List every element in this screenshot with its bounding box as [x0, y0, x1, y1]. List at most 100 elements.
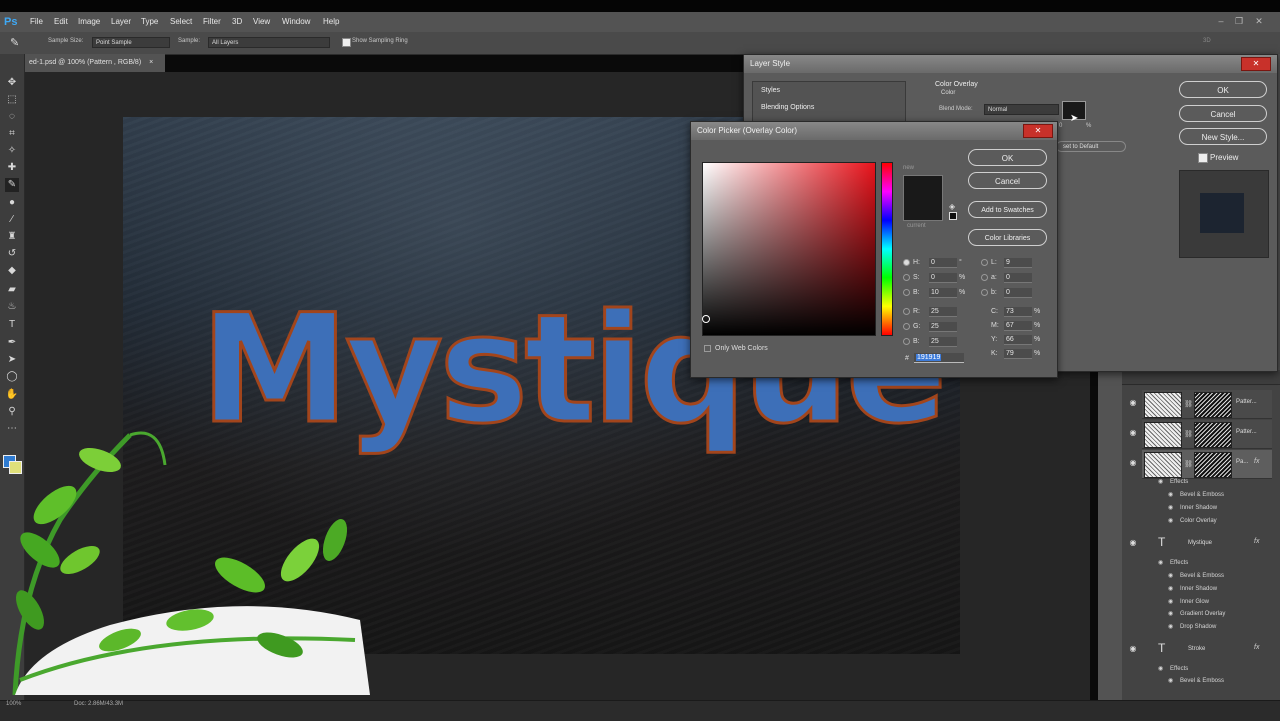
visibility-eye-icon[interactable]: ◉ [1128, 644, 1138, 654]
only-web-colors-checkbox[interactable] [704, 345, 711, 352]
workspace-3d-label[interactable]: 3D [1203, 38, 1211, 44]
fx-icon[interactable]: fx [1254, 644, 1259, 651]
menu-image[interactable]: Image [78, 12, 100, 32]
layer-row-selected[interactable]: ⛓ Pa... fx [1142, 450, 1272, 479]
restore-button[interactable]: ❐ [1232, 14, 1246, 28]
crop-tool-icon[interactable]: ⌗ [5, 127, 19, 141]
add-to-swatches-button[interactable]: Add to Swatches [968, 201, 1047, 218]
effect-eye-icon[interactable]: ◉ [1168, 517, 1173, 524]
effects-eye-icon[interactable]: ◉ [1158, 665, 1163, 672]
layer-name-mystique[interactable]: Mystique [1188, 540, 1212, 546]
effect-item[interactable]: Inner Shadow [1180, 586, 1217, 592]
menu-view[interactable]: View [253, 12, 270, 32]
effect-item[interactable]: Gradient Overlay [1180, 611, 1225, 617]
y-field[interactable]: 66 [1004, 335, 1032, 345]
blending-options-item[interactable]: Blending Options [761, 104, 814, 111]
color-field[interactable] [702, 162, 876, 336]
opacity-value[interactable]: 0 [1059, 123, 1062, 129]
color-picker-cancel-button[interactable]: Cancel [968, 172, 1047, 189]
menu-file[interactable]: File [30, 12, 43, 32]
layer-style-ok-button[interactable]: OK [1179, 81, 1267, 98]
r-field[interactable]: 25 [929, 307, 957, 317]
eyedropper-icon[interactable]: ✎ [10, 36, 24, 50]
k-field[interactable]: 79 [1004, 349, 1032, 359]
fx-icon[interactable]: fx [1254, 458, 1259, 465]
visibility-eye-icon[interactable]: ◉ [1128, 458, 1138, 468]
menu-help[interactable]: Help [323, 12, 339, 32]
effect-item[interactable]: Drop Shadow [1180, 624, 1216, 630]
effect-eye-icon[interactable]: ◉ [1168, 585, 1173, 592]
close-app-button[interactable]: ✕ [1252, 14, 1266, 28]
effects-eye-icon[interactable]: ◉ [1158, 559, 1163, 566]
menu-layer[interactable]: Layer [111, 12, 131, 32]
preview-checkbox[interactable] [1198, 153, 1208, 163]
styles-item[interactable]: Styles [761, 87, 780, 94]
effect-item[interactable]: Inner Shadow [1180, 505, 1217, 511]
hex-field[interactable]: 191919 [914, 353, 964, 363]
document-tab[interactable]: ed-1.psd @ 100% (Pattern , RGB/8) × [25, 54, 165, 72]
effect-item[interactable]: Bevel & Emboss [1180, 573, 1224, 579]
visibility-eye-icon[interactable]: ◉ [1128, 428, 1138, 438]
layer-row[interactable]: ⛓ Patter... [1142, 390, 1272, 419]
effect-eye-icon[interactable]: ◉ [1168, 623, 1173, 630]
color-libraries-button[interactable]: Color Libraries [968, 229, 1047, 246]
eraser-tool-icon[interactable]: ▰ [5, 283, 19, 297]
visibility-eye-icon[interactable]: ◉ [1128, 538, 1138, 548]
menu-type[interactable]: Type [141, 12, 158, 32]
effect-item[interactable]: Color Overlay [1180, 518, 1217, 524]
magic-wand-icon[interactable]: ✧ [5, 144, 19, 158]
g-field[interactable]: 25 [929, 322, 957, 332]
document-tab-close[interactable]: × [149, 59, 153, 66]
menu-filter[interactable]: Filter [203, 12, 221, 32]
healing-tool-icon[interactable]: ✚ [5, 161, 19, 175]
menu-window[interactable]: Window [282, 12, 310, 32]
effect-item[interactable]: Inner Glow [1180, 599, 1209, 605]
marquee-tool-icon[interactable]: ⬚ [5, 93, 19, 107]
m-field[interactable]: 67 [1004, 321, 1032, 331]
pen-tool-icon[interactable]: ✒ [5, 336, 19, 350]
shape-tool-icon[interactable]: ◯ [5, 370, 19, 384]
layer-mask-thumbnail[interactable] [1194, 392, 1232, 418]
menu-edit[interactable]: Edit [54, 12, 68, 32]
effect-eye-icon[interactable]: ◉ [1168, 504, 1173, 511]
brush-tool-icon[interactable]: ∕ [5, 213, 19, 227]
color-field-marker[interactable] [702, 315, 710, 323]
show-ring-checkbox[interactable] [342, 38, 351, 47]
effect-eye-icon[interactable]: ◉ [1168, 572, 1173, 579]
color-picker-close-button[interactable]: ✕ [1023, 124, 1053, 138]
blend-mode-select[interactable]: Normal [984, 104, 1059, 115]
minimize-button[interactable]: – [1214, 14, 1228, 28]
g-radio[interactable] [903, 323, 910, 330]
sample-size-select[interactable]: Point Sample [92, 37, 170, 48]
a-radio[interactable] [981, 274, 988, 281]
layer-style-cancel-button[interactable]: Cancel [1179, 105, 1267, 122]
sample-select[interactable]: All Layers [208, 37, 330, 48]
drop-tool-icon[interactable]: ● [5, 196, 19, 210]
new-style-button[interactable]: New Style... [1179, 128, 1267, 145]
menu-select[interactable]: Select [170, 12, 192, 32]
effect-eye-icon[interactable]: ◉ [1168, 610, 1173, 617]
effects-eye-icon[interactable]: ◉ [1158, 478, 1163, 485]
hand-tool-icon[interactable]: ✋ [5, 388, 19, 402]
b-radio[interactable] [903, 289, 910, 296]
b-field[interactable]: 10 [929, 288, 957, 298]
fx-icon[interactable]: fx [1254, 538, 1259, 545]
zoom-tool-icon[interactable]: ⚲ [5, 405, 19, 419]
color-picker-ok-button[interactable]: OK [968, 149, 1047, 166]
r-radio[interactable] [903, 308, 910, 315]
bucket-tool-icon[interactable]: ◆ [5, 264, 19, 278]
layer-row[interactable]: ⛓ Patter... [1142, 420, 1272, 449]
l-field[interactable]: 9 [1004, 258, 1032, 268]
menu-3d[interactable]: 3D [232, 12, 242, 32]
layers-filter-bar[interactable] [1122, 372, 1280, 385]
c-field[interactable]: 73 [1004, 307, 1032, 317]
h-field[interactable]: 0 [929, 258, 957, 268]
a-field[interactable]: 0 [1004, 273, 1032, 283]
lab-b-field[interactable]: 0 [1004, 288, 1032, 298]
effect-eye-icon[interactable]: ◉ [1168, 677, 1173, 684]
effect-eye-icon[interactable]: ◉ [1168, 598, 1173, 605]
blue-field[interactable]: 25 [929, 337, 957, 347]
path-select-icon[interactable]: ➤ [5, 353, 19, 367]
zoom-level[interactable]: 100% [6, 700, 21, 708]
history-brush-icon[interactable]: ↺ [5, 247, 19, 261]
